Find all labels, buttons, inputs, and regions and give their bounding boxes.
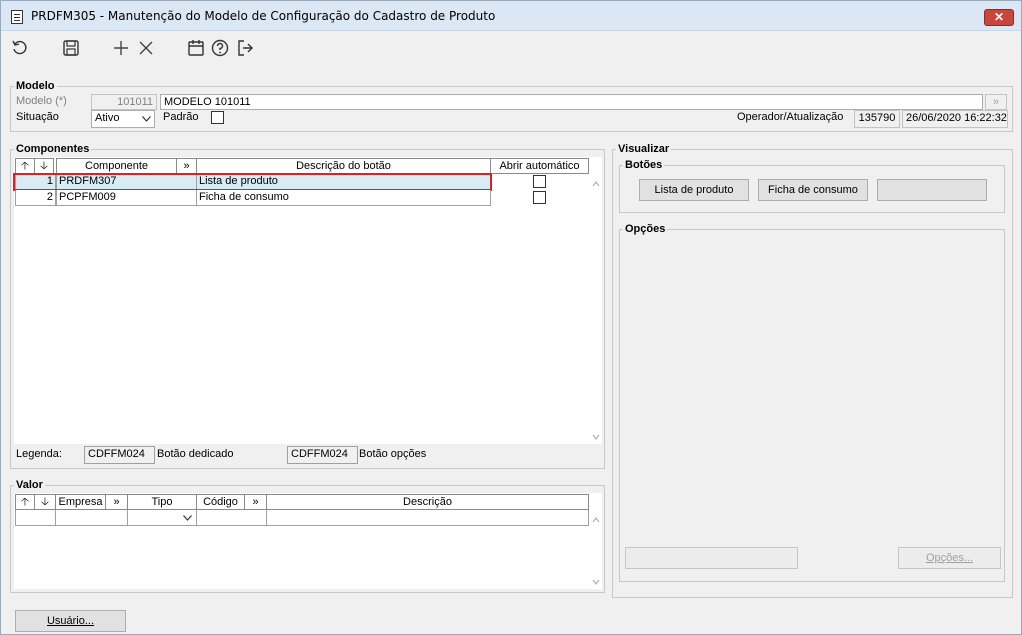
- codigo-header[interactable]: Código: [196, 494, 245, 510]
- chevron-down-icon: [142, 116, 151, 122]
- valor-section-title: Valor: [14, 479, 45, 491]
- add-icon[interactable]: [111, 38, 131, 58]
- valor-move-down-button[interactable]: 🡣: [34, 494, 56, 510]
- delete-icon[interactable]: [136, 38, 156, 58]
- legenda-dedicado-text: Botão dedicado: [157, 448, 234, 460]
- preview-button-ficha[interactable]: Ficha de consumo: [758, 179, 868, 201]
- valor-scroll-up-icon[interactable]: [591, 515, 601, 525]
- preview-button-lista[interactable]: Lista de produto: [639, 179, 749, 201]
- atualizacao-field: 26/06/2020 16:22:32: [902, 110, 1008, 128]
- empresa-expand-button[interactable]: »: [105, 494, 128, 510]
- refresh-icon[interactable]: [10, 38, 30, 58]
- visualizar-section-title: Visualizar: [616, 143, 672, 155]
- window-title: PRDFM305 - Manutenção do Modelo de Confi…: [31, 9, 496, 23]
- help-icon[interactable]: [210, 38, 230, 58]
- modelo-section-title: Modelo: [14, 80, 57, 92]
- operador-label: Operador/Atualização: [737, 111, 844, 123]
- situacao-value: Ativo: [95, 112, 120, 124]
- toolbar: [1, 32, 1021, 64]
- modelo-name-field[interactable]: MODELO 101011: [160, 94, 983, 110]
- row-2-descricao[interactable]: Ficha de consumo: [196, 190, 491, 206]
- close-button[interactable]: ✕: [984, 9, 1014, 26]
- opcoes-section-title: Opções: [623, 223, 668, 235]
- scroll-up-icon[interactable]: [591, 179, 601, 189]
- title-bar: PRDFM305 - Manutenção do Modelo de Confi…: [1, 1, 1021, 31]
- padrao-checkbox[interactable]: [211, 111, 224, 124]
- save-icon[interactable]: [61, 38, 81, 58]
- operador-field: 135790: [854, 110, 900, 128]
- situacao-select[interactable]: Ativo: [91, 110, 155, 128]
- opcoes-empty-button: [625, 547, 798, 569]
- exit-icon[interactable]: [235, 38, 255, 58]
- componente-expand-button[interactable]: »: [176, 158, 197, 174]
- componentes-section-title: Componentes: [14, 143, 92, 155]
- valor-scroll-down-icon[interactable]: [591, 577, 601, 587]
- descricao-valor-header[interactable]: Descrição: [266, 494, 589, 510]
- usuario-button[interactable]: Usuário...: [15, 610, 126, 632]
- calendar-icon[interactable]: [186, 38, 206, 58]
- main-window: PRDFM305 - Manutenção do Modelo de Confi…: [0, 0, 1022, 635]
- legenda-opcoes-field: CDFFM024: [287, 446, 358, 464]
- valor-move-up-button[interactable]: 🡡: [15, 494, 35, 510]
- valor-row-descricao[interactable]: [266, 510, 589, 526]
- selected-row-highlight: [13, 173, 492, 191]
- row-2-componente[interactable]: PCPFM009: [56, 190, 197, 206]
- chevron-down-icon: [183, 515, 192, 521]
- legenda-dedicado-field: CDFFM024: [84, 446, 155, 464]
- modelo-label: Modelo (*): [16, 95, 67, 107]
- preview-button-empty[interactable]: [877, 179, 987, 201]
- row-2-seq[interactable]: 2: [15, 190, 56, 206]
- modelo-lookup-button[interactable]: »: [985, 94, 1007, 110]
- legenda-opcoes-text: Botão opções: [359, 448, 427, 460]
- valor-row-seq[interactable]: [15, 510, 56, 526]
- modelo-code-field[interactable]: 101011: [91, 94, 157, 110]
- document-icon: [11, 10, 23, 24]
- move-up-button[interactable]: 🡡: [15, 158, 35, 174]
- valor-row-codigo[interactable]: [196, 510, 267, 526]
- row-2-abrir-checkbox[interactable]: [533, 191, 546, 204]
- opcoes-button[interactable]: Opções...: [898, 547, 1001, 569]
- scroll-down-icon[interactable]: [591, 432, 601, 442]
- componente-header[interactable]: Componente: [56, 158, 177, 174]
- abrir-header[interactable]: Abrir automático: [490, 158, 589, 174]
- empresa-header[interactable]: Empresa: [55, 494, 106, 510]
- situacao-label: Situação: [16, 111, 59, 123]
- move-down-button[interactable]: 🡣: [34, 158, 54, 174]
- codigo-expand-button[interactable]: »: [244, 494, 267, 510]
- row-1-abrir-checkbox[interactable]: [533, 175, 546, 188]
- opcoes-group: Opções: [619, 223, 1005, 582]
- valor-row-empresa[interactable]: [55, 510, 128, 526]
- padrao-label: Padrão: [163, 111, 199, 123]
- descricao-header[interactable]: Descrição do botão: [196, 158, 491, 174]
- botoes-section-title: Botões: [623, 159, 665, 171]
- tipo-header[interactable]: Tipo: [127, 494, 197, 510]
- valor-row-tipo-select[interactable]: [127, 510, 197, 526]
- legenda-label: Legenda:: [16, 448, 62, 460]
